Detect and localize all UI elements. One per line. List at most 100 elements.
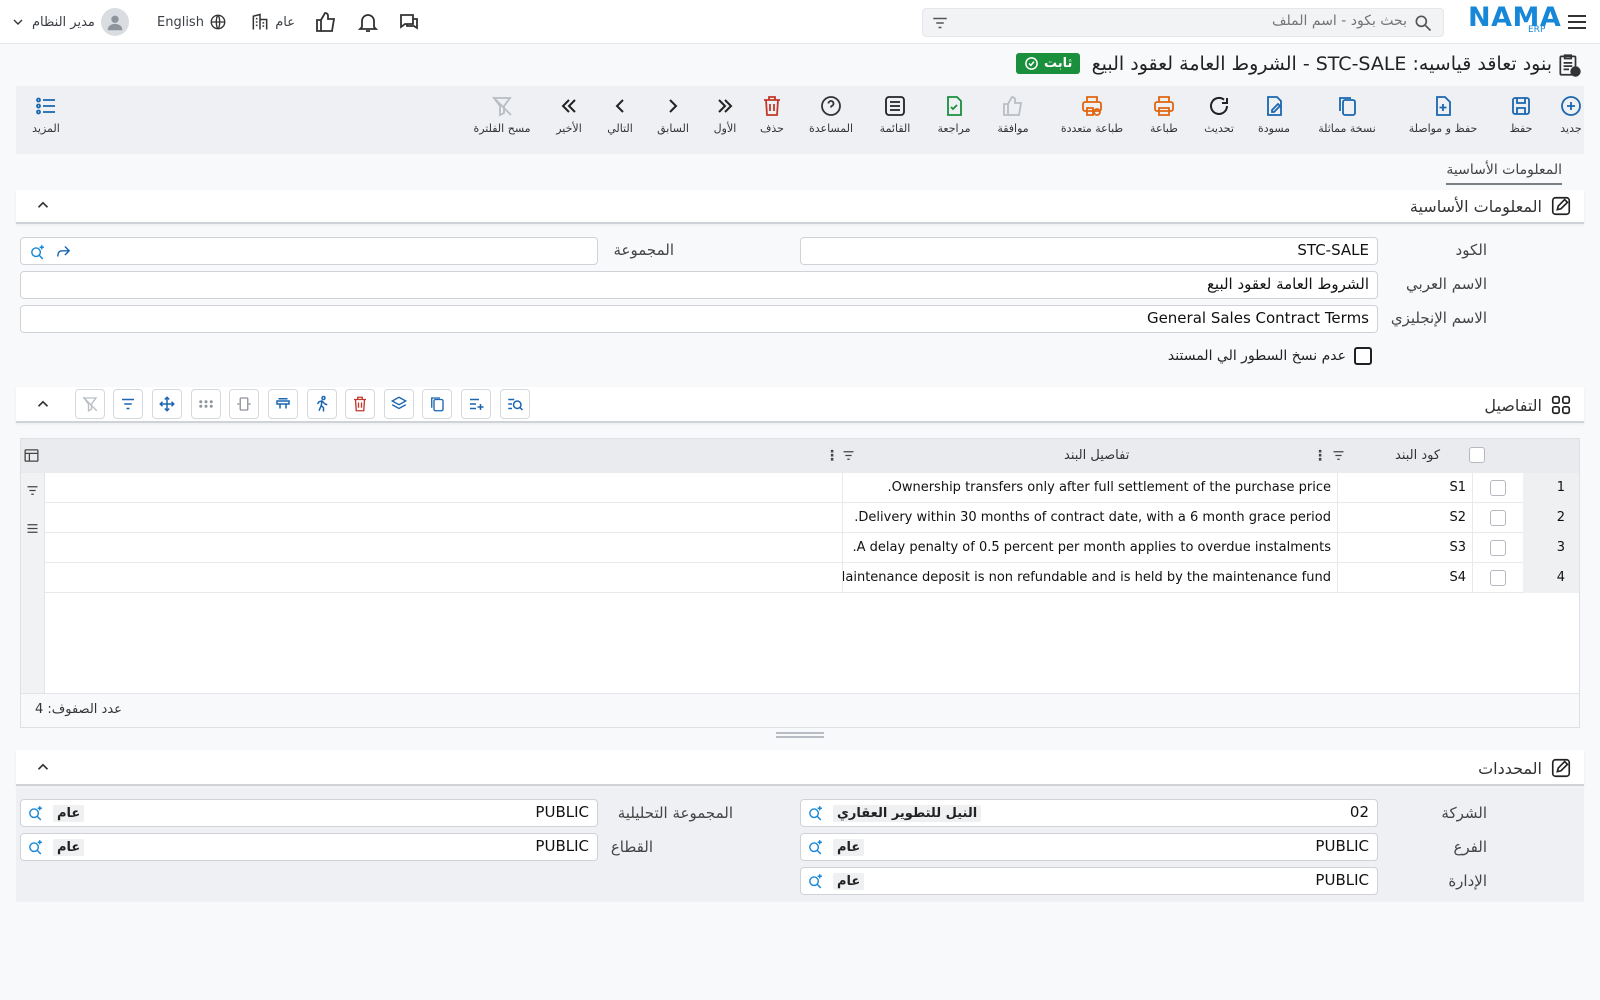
column-filter-icon[interactable] xyxy=(1331,448,1346,467)
table-row[interactable]: 2 S2 Delivery within 30 months of contract… xyxy=(45,503,1579,533)
grid-fit-button[interactable] xyxy=(229,389,259,419)
checkbox-box[interactable] xyxy=(1354,347,1372,365)
grid-table-button[interactable] xyxy=(268,389,298,419)
search-box[interactable] xyxy=(922,8,1444,37)
row-details[interactable]: A delay penalty of 0.5 percent per month… xyxy=(842,533,1337,563)
row-checkbox[interactable] xyxy=(1473,473,1523,503)
first-button[interactable]: الأول xyxy=(709,94,741,135)
delete-label: حذف xyxy=(760,122,784,135)
row-checkbox[interactable] xyxy=(1473,563,1523,593)
user-menu[interactable]: مدير النظام xyxy=(10,8,135,36)
search-plus-icon[interactable] xyxy=(807,872,824,893)
edit-icon xyxy=(1551,196,1571,216)
last-button[interactable]: الأخير xyxy=(552,94,586,135)
search-plus-icon[interactable] xyxy=(807,838,824,859)
share-icon[interactable] xyxy=(55,243,72,264)
review-button[interactable]: مراجعة xyxy=(932,94,976,135)
row-details[interactable]: Maintenance deposit is non refundable an… xyxy=(842,563,1337,593)
duplicate-button[interactable]: نسخة مماثلة xyxy=(1310,94,1384,135)
code-field[interactable]: STC-SALE xyxy=(800,237,1378,265)
row-code[interactable]: S4 xyxy=(1337,563,1473,593)
row-details[interactable]: Delivery within 30 months of contract da… xyxy=(842,503,1337,533)
sector-field[interactable]: PUBLIC عام xyxy=(20,833,598,861)
new-button[interactable]: جديد xyxy=(1554,94,1588,135)
delete-button[interactable]: حذف xyxy=(756,94,788,135)
approve-button[interactable]: موافقة xyxy=(991,94,1035,135)
chat-icon[interactable] xyxy=(397,10,421,34)
clear-filter-button[interactable]: مسح الفلترة xyxy=(468,94,536,135)
select-all-checkbox[interactable] xyxy=(1469,447,1485,463)
grid-copy-button[interactable] xyxy=(422,389,452,419)
grid-run-button[interactable] xyxy=(307,389,337,419)
row-code[interactable]: S3 xyxy=(1337,533,1473,563)
collapse-basic-icon[interactable] xyxy=(34,196,52,218)
branch-field[interactable]: PUBLIC عام xyxy=(800,833,1378,861)
language-switcher[interactable]: English xyxy=(157,12,227,32)
list-button[interactable]: القائمة xyxy=(874,94,916,135)
company-field[interactable]: 02 النيل للتطوير العقاري xyxy=(800,799,1378,827)
first-label: الأول xyxy=(713,122,737,135)
hamburger-menu-icon[interactable] xyxy=(1565,10,1589,34)
column-menu-icon[interactable]: ⋮ xyxy=(1313,448,1327,464)
refresh-button[interactable]: تحديث xyxy=(1199,94,1239,135)
details-section-header[interactable]: التفاصيل xyxy=(16,387,1584,423)
arabic-name-field[interactable]: الشروط العامة لعقود البيع xyxy=(20,271,1378,299)
search-input[interactable] xyxy=(1107,13,1407,29)
table-row[interactable]: 1 S1 Ownership transfers only after full s… xyxy=(45,473,1579,503)
grid-delete-button[interactable] xyxy=(345,389,375,419)
help-button[interactable]: المساعدة xyxy=(803,94,859,135)
columns-icon[interactable] xyxy=(23,447,40,468)
grid-dots-button[interactable] xyxy=(191,389,221,419)
save-continue-button[interactable]: حفظ و مواصلة xyxy=(1401,94,1485,135)
grid-layers-button[interactable] xyxy=(384,389,414,419)
row-checkbox[interactable] xyxy=(1473,503,1523,533)
no-copy-lines-checkbox[interactable]: عدم نسخ السطور الي المستند xyxy=(1168,347,1372,365)
grid-filter-button[interactable] xyxy=(113,389,143,419)
row-checkbox[interactable] xyxy=(1473,533,1523,563)
next-button[interactable]: التالي xyxy=(602,94,638,135)
grid-clear-filter-button[interactable] xyxy=(75,389,105,419)
grid-search-button[interactable] xyxy=(500,389,530,419)
english-name-field[interactable]: General Sales Contract Terms xyxy=(20,305,1378,333)
save-button[interactable]: حفظ xyxy=(1504,94,1538,135)
row-details[interactable]: Ownership transfers only after full sett… xyxy=(842,473,1337,503)
bell-icon[interactable] xyxy=(356,10,380,34)
side-menu-icon[interactable] xyxy=(25,521,40,540)
search-plus-icon[interactable] xyxy=(807,804,824,825)
search-plus-icon[interactable] xyxy=(27,838,44,859)
table-row[interactable]: 3 S3 A delay penalty of 0.5 percent per mo… xyxy=(45,533,1579,563)
basic-info-section-header[interactable]: المعلومات الأساسية xyxy=(16,190,1584,224)
company-selector[interactable]: عام xyxy=(247,12,295,32)
side-filter-icon[interactable] xyxy=(25,483,40,502)
print-button[interactable]: طباعة xyxy=(1144,94,1184,135)
department-field[interactable]: PUBLIC عام xyxy=(800,867,1378,895)
group-field[interactable] xyxy=(20,237,598,265)
search-plus-icon[interactable] xyxy=(27,804,44,825)
multi-print-button[interactable]: طباعة متعددة xyxy=(1052,94,1132,135)
filter-icon[interactable] xyxy=(931,14,949,32)
analytic-group-field[interactable]: PUBLIC عام xyxy=(20,799,598,827)
column-menu-icon[interactable]: ⋮ xyxy=(825,448,839,464)
grid-footer: عدد الصفوف: 4 xyxy=(21,693,1579,727)
action-toolbar: جديد حفظ حفظ و مواصلة نسخة مماثلة مسودة … xyxy=(16,86,1584,154)
resize-handle[interactable] xyxy=(776,732,824,738)
thumbs-up-icon[interactable] xyxy=(314,10,338,34)
previous-button[interactable]: السابق xyxy=(653,94,693,135)
grid-move-button[interactable] xyxy=(152,389,182,419)
table-row[interactable]: 4 S4 Maintenance deposit is non refundable… xyxy=(45,563,1579,593)
row-code[interactable]: S1 xyxy=(1337,473,1473,503)
search-plus-icon[interactable] xyxy=(29,243,46,264)
collapse-dimensions-icon[interactable] xyxy=(34,758,52,780)
draft-button[interactable]: مسودة xyxy=(1252,94,1296,135)
grid-add-row-button[interactable] xyxy=(461,389,491,419)
collapse-details-icon[interactable] xyxy=(34,395,52,417)
arabic-name-label: الاسم العربي xyxy=(1406,275,1487,293)
tab-basic-info[interactable]: المعلومات الأساسية xyxy=(1446,162,1562,185)
search-icon[interactable] xyxy=(1413,13,1433,33)
dimensions-section-header[interactable]: المحددات xyxy=(16,750,1584,786)
row-code[interactable]: S2 xyxy=(1337,503,1473,533)
column-filter-icon[interactable] xyxy=(841,448,856,467)
edit-icon xyxy=(1551,758,1571,778)
more-button[interactable]: المزيد xyxy=(28,94,64,135)
app-logo[interactable]: NAMA xyxy=(1468,2,1561,33)
